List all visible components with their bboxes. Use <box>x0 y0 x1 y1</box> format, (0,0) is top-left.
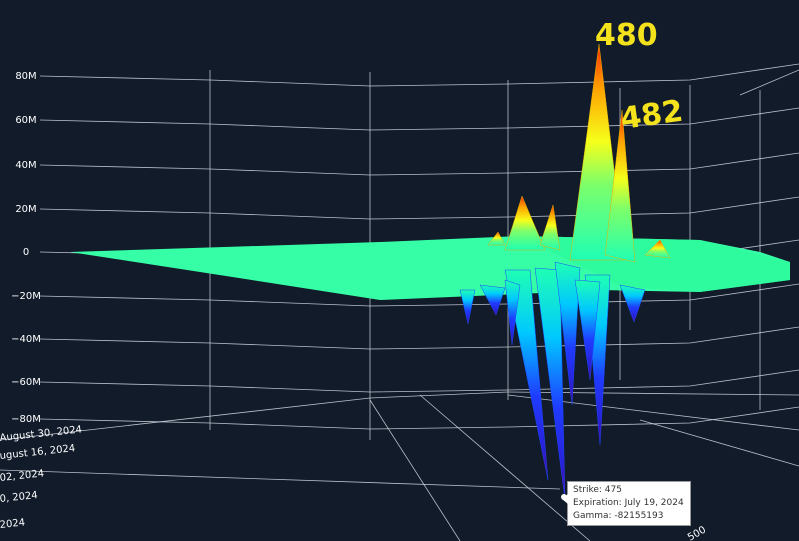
z-tick-label: 40M <box>15 160 36 171</box>
negative-spike <box>459 289 476 325</box>
grid-line-z <box>39 152 799 176</box>
date-tick-label: August 30, 2024 <box>0 424 83 444</box>
handwritten-annotations: 480 482 <box>595 18 685 137</box>
floor-line <box>0 469 561 490</box>
z-tick-label: −60M <box>11 377 41 388</box>
z-tick-label: 60M <box>15 115 36 126</box>
annotation-label: 482 <box>618 94 685 137</box>
date-tick-label: ugust 16, 2024 <box>0 443 76 462</box>
grid-line-z <box>39 107 799 131</box>
date-tick-label: 02, 2024 <box>0 468 45 484</box>
negative-spike <box>619 284 646 323</box>
positive-spike <box>539 204 561 251</box>
floor-line <box>507 394 799 431</box>
annotation-label: 480 <box>595 18 658 53</box>
tooltip-strike: Strike: 475 <box>573 485 622 495</box>
grid-line-z <box>39 406 799 430</box>
z-tick-label: 20M <box>15 204 36 215</box>
positive-spike <box>504 195 546 251</box>
floor-line <box>369 399 461 541</box>
gamma-surface <box>70 236 790 300</box>
grid-line-edge <box>739 69 799 96</box>
z-tick-label: −80M <box>11 414 41 425</box>
z-tick-label: −40M <box>11 334 41 345</box>
grid-lines <box>0 63 799 541</box>
date-tick-label: 0, 2024 <box>0 490 38 505</box>
negative-spike <box>479 284 506 316</box>
grid-line-z <box>39 196 799 220</box>
strike-tick-label: 500 <box>686 525 708 541</box>
tooltip-gamma: Gamma: -82155193 <box>573 511 664 521</box>
tooltip-expiration: Expiration: July 19, 2024 <box>573 498 684 508</box>
hover-tooltip: Strike: 475 Expiration: July 19, 2024 Ga… <box>562 481 691 526</box>
grid-line-z <box>39 326 799 350</box>
grid-line-z <box>39 63 799 87</box>
z-tick-label: 0 <box>23 247 29 258</box>
gamma-surface-chart[interactable]: 80M60M40M20M0−20M−40M−60M−80MGammaAugust… <box>0 0 799 541</box>
grid-line-z <box>39 369 799 393</box>
floor-line <box>0 391 799 441</box>
z-tick-label: −20M <box>11 291 41 302</box>
z-tick-label: 80M <box>15 71 36 82</box>
date-tick-label: 2024 <box>0 517 26 531</box>
